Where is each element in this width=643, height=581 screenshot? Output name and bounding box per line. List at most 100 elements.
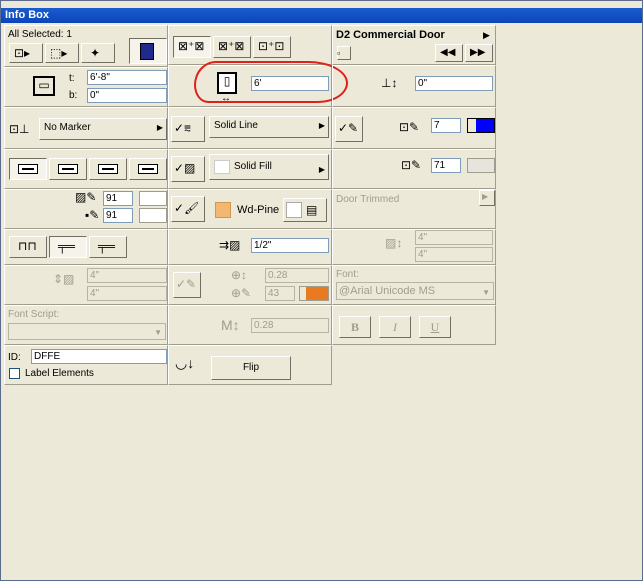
check-pen-icon: ✓✎ xyxy=(176,277,197,291)
title-bar[interactable]: Info Box xyxy=(1,8,642,23)
line-toggle-button[interactable]: ✓⩳ xyxy=(171,116,205,142)
marker-icon: ⊡⊥ xyxy=(9,122,30,136)
marquee-tool-icon: ⬚▸ xyxy=(50,46,68,60)
reveal-type-2-button[interactable]: ╤═ xyxy=(49,236,87,258)
fill-pen-field[interactable] xyxy=(103,191,133,206)
font-script-label: Font Script: xyxy=(8,309,60,320)
top-value-field[interactable] xyxy=(87,70,167,85)
chevron-right-icon: ▶ xyxy=(156,123,163,132)
bg-pen-swatch[interactable] xyxy=(139,208,167,223)
reveal-a-field[interactable] xyxy=(415,230,493,245)
opening-1-icon xyxy=(18,164,38,174)
text-pen-field[interactable] xyxy=(265,286,295,301)
font-select[interactable]: @Arial Unicode MS ▼ xyxy=(336,282,494,300)
anchor-2-button[interactable]: ⊠⁺⊠ xyxy=(213,36,251,58)
text-style-pane: B I U xyxy=(332,305,496,345)
reveal-type-1-button[interactable]: ⊓⊓ xyxy=(9,236,47,258)
flip-button[interactable]: Flip xyxy=(211,356,291,380)
width-height-pane: ▭ t: b: xyxy=(4,67,168,107)
label-elements-checkbox[interactable] xyxy=(9,368,20,379)
chevron-down-icon: ▼ xyxy=(154,328,162,337)
fill-type-dropdown[interactable]: Solid Fill ▶ xyxy=(209,154,329,180)
element-pane: D2 Commercial Door ▶ ▫ ◀◀ ▶▶ xyxy=(332,25,496,65)
text-pen-swatch[interactable] xyxy=(299,286,329,301)
reveal-type-3-button[interactable]: ╤═ xyxy=(89,236,127,258)
text-size-field[interactable] xyxy=(265,268,329,283)
tool-mode-2-button[interactable]: ⬚▸ xyxy=(45,43,79,63)
opening-type-2-button[interactable] xyxy=(49,158,87,180)
material-toggle-button[interactable]: ✓🖌 xyxy=(171,196,205,222)
id-label: ID: xyxy=(8,352,21,363)
text-scale-icon: M↕ xyxy=(221,317,240,333)
tool-mode-3-button[interactable]: ✦ xyxy=(81,43,115,63)
fill-pen-pane: ▨✎ ▪✎ xyxy=(4,189,168,229)
reveal-dims-pane: ▨↕ xyxy=(332,229,496,265)
trim-button[interactable]: ▶ xyxy=(479,190,495,206)
line-type-dropdown[interactable]: Solid Line ▶ xyxy=(209,116,329,138)
bold-button[interactable]: B xyxy=(339,316,371,338)
line-pen-swatch[interactable] xyxy=(467,118,495,133)
font-pane: Font: @Arial Unicode MS ▼ xyxy=(332,265,496,305)
anchor-3-button[interactable]: ⊡⁺⊡ xyxy=(253,36,291,58)
opening-type-3-button[interactable] xyxy=(89,158,127,180)
reveal-type-pane: ⊓⊓ ╤═ ╤═ xyxy=(4,229,168,265)
fill-pen-2-pane: ⊡✎ xyxy=(332,149,496,189)
material-picker-icon: ▤ xyxy=(306,203,318,217)
next-element-button[interactable]: ▶▶ xyxy=(465,44,493,62)
reveal-b-field[interactable] xyxy=(415,247,493,262)
bg-pen-field[interactable] xyxy=(103,208,133,223)
opening-2-icon xyxy=(58,164,78,174)
check-fill-icon: ✓▨ xyxy=(174,161,196,175)
underline-label: U xyxy=(430,320,440,334)
check-brush-icon: ✓🖌 xyxy=(174,201,200,215)
offset-a-field[interactable] xyxy=(87,268,167,283)
offsets-pane: ⇕▨ xyxy=(4,265,168,305)
anchor-3-icon: ⊡⁺⊡ xyxy=(258,39,285,53)
id-field[interactable] xyxy=(31,349,167,364)
reveal-2-icon: ╤═ xyxy=(58,239,76,253)
fill-pen-swatch[interactable] xyxy=(139,191,167,206)
material-picker-button[interactable]: ▤ xyxy=(283,198,327,222)
sill-icon: ⊥↕ xyxy=(381,76,398,90)
text-scale-field[interactable] xyxy=(251,318,329,333)
door-tool-button[interactable] xyxy=(129,38,167,64)
reveal-dims-icon: ▨↕ xyxy=(385,236,403,250)
opening-type-1-button[interactable] xyxy=(9,158,47,180)
offset-b-field[interactable] xyxy=(87,286,167,301)
reveal-depth-field[interactable] xyxy=(251,238,329,253)
anchor-1-button[interactable]: ⊠⁺⊠ xyxy=(173,36,211,58)
chevron-right-icon: ▶ xyxy=(318,165,325,174)
line-pen-toggle-button[interactable]: ✓✎ xyxy=(335,116,363,142)
fill-type-label: Solid Fill xyxy=(234,161,272,172)
sill-field[interactable] xyxy=(415,76,493,91)
window-title: Info Box xyxy=(5,9,49,21)
fill-type-pane: ✓▨ Solid Fill ▶ xyxy=(168,149,332,189)
chevron-right-icon[interactable]: ▶ xyxy=(483,28,490,42)
tool-mode-1-button[interactable]: ⊡▸ xyxy=(9,43,43,63)
line-pen-field[interactable] xyxy=(431,118,461,133)
opening-type-4-button[interactable] xyxy=(129,158,167,180)
chevron-down-icon: ▼ xyxy=(482,288,490,297)
underline-button[interactable]: U xyxy=(419,316,451,338)
material-pane: ✓🖌 Wd-Pine ▤ xyxy=(168,189,332,229)
element-settings-button[interactable]: ▫ xyxy=(337,46,351,60)
previous-element-button[interactable]: ◀◀ xyxy=(435,44,463,62)
line-pen-pane: ✓✎ ⊡✎ xyxy=(332,107,496,149)
marker-dropdown[interactable]: No Marker ▶ xyxy=(39,118,167,140)
flip-label: Flip xyxy=(242,362,260,373)
selection-label: All Selected: 1 xyxy=(8,29,72,40)
material-preview xyxy=(286,202,302,218)
text-toggle-button[interactable]: ✓✎ xyxy=(173,272,201,298)
fill-pen-2-swatch[interactable] xyxy=(467,158,495,173)
fill-toggle-button[interactable]: ✓▨ xyxy=(171,156,205,182)
fill-pen-2-field[interactable] xyxy=(431,158,461,173)
reveal-depth-icon: ⇉▨ xyxy=(219,238,241,252)
marker-pane: ⊡⊥ No Marker ▶ xyxy=(4,107,168,149)
fast-forward-icon: ▶▶ xyxy=(470,47,486,58)
check-line-icon: ✓⩳ xyxy=(174,121,192,135)
fill-swatch xyxy=(214,160,230,174)
font-script-select[interactable]: ▼ xyxy=(8,323,166,340)
italic-button[interactable]: I xyxy=(379,316,411,338)
bottom-value-field[interactable] xyxy=(87,88,167,103)
line-type-pane: ✓⩳ Solid Line ▶ xyxy=(168,107,332,149)
